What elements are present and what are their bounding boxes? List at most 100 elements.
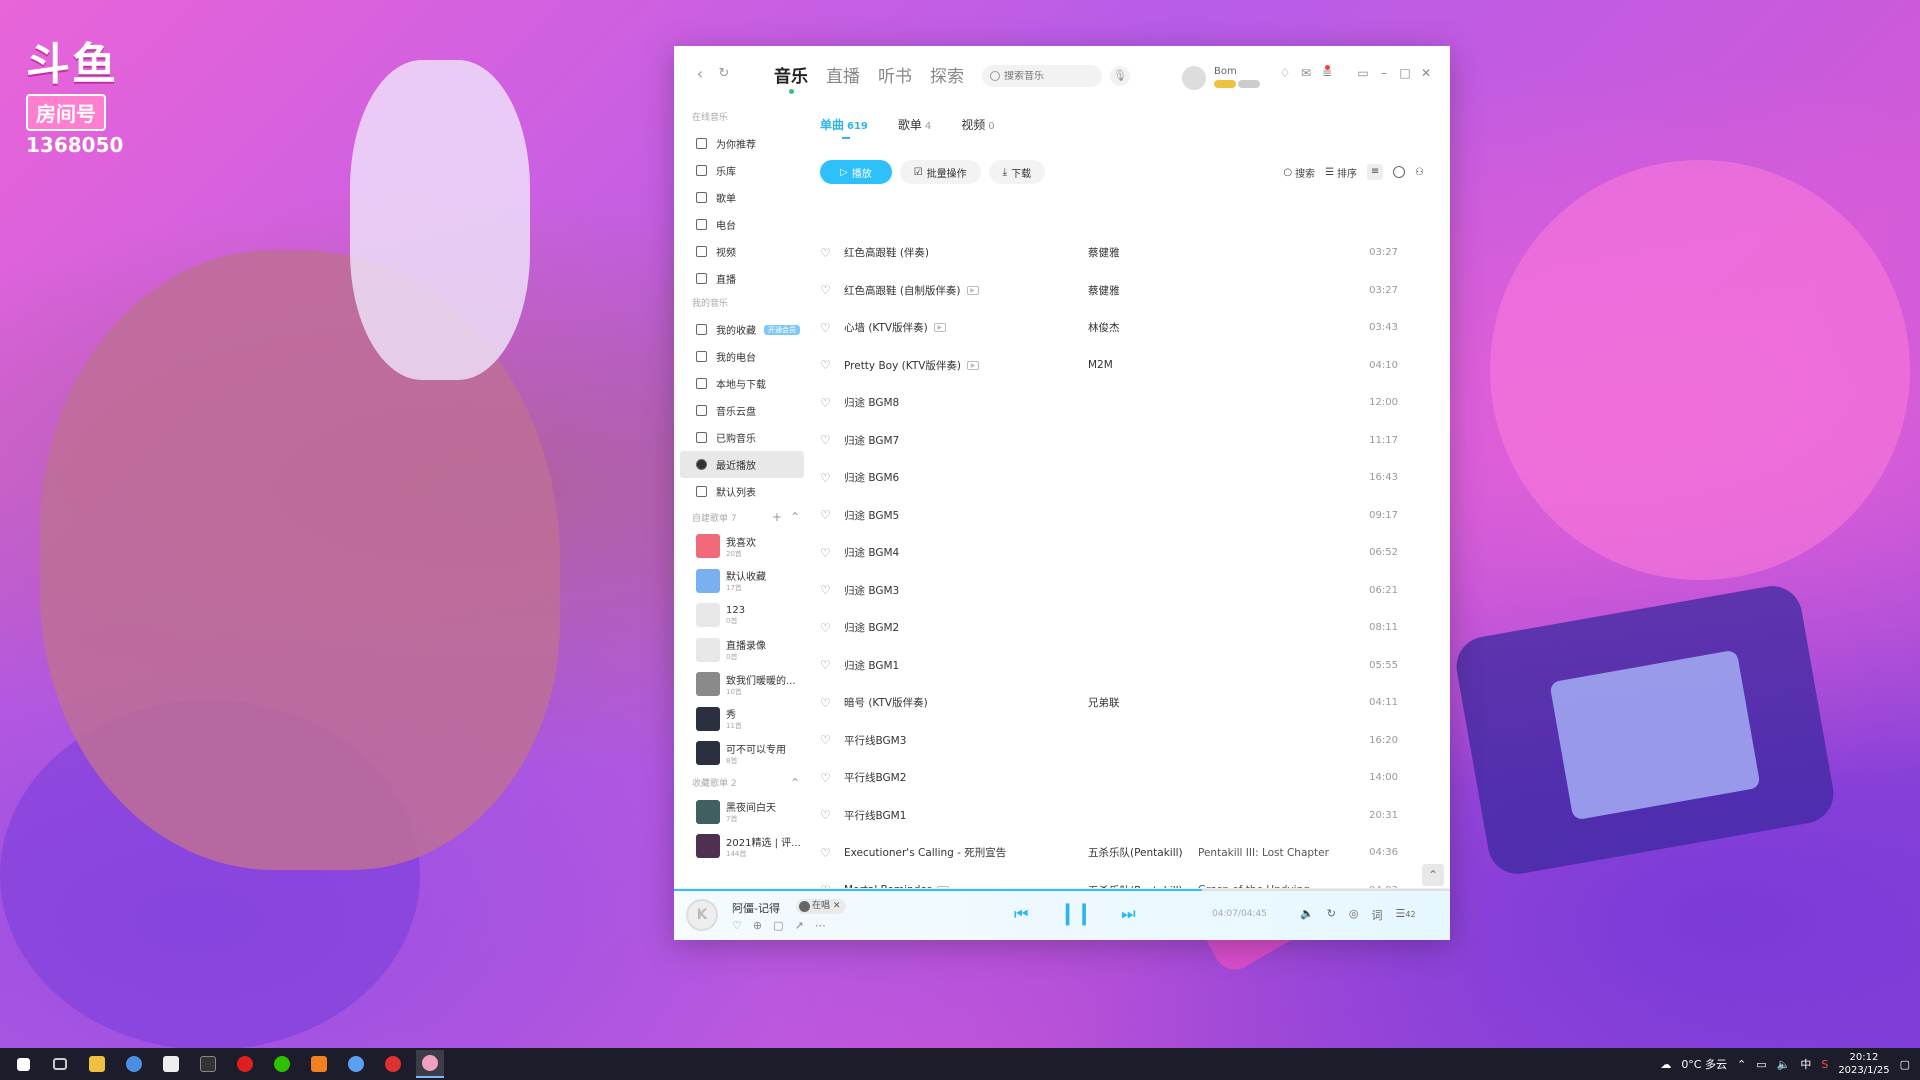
song-artist[interactable]: 兄弟联: [1088, 695, 1198, 710]
song-row[interactable]: ♡ 归途 BGM5 09:17: [810, 497, 1450, 535]
content-tab-2[interactable]: 视频 0: [961, 116, 994, 133]
share-icon[interactable]: ↗: [795, 919, 804, 932]
song-title[interactable]: 归途 BGM5: [840, 508, 1088, 523]
playlist-item[interactable]: 123 0首: [674, 598, 810, 633]
playlist-item[interactable]: 直播录像 0首: [674, 633, 810, 668]
sidebar-item-my-5[interactable]: 最近播放: [680, 451, 804, 478]
next-icon[interactable]: ⏭: [1121, 904, 1135, 924]
song-row[interactable]: ♡ 暗号 (KTV版伴奏) 兄弟联 04:11: [810, 684, 1450, 722]
sidebar-item-online-4[interactable]: 视频: [674, 238, 810, 265]
sidebar-item-online-5[interactable]: 直播: [674, 265, 810, 292]
playlist-item[interactable]: 2021精选 | 评... 144首: [674, 829, 810, 864]
like-icon[interactable]: ♡: [820, 846, 840, 860]
browser-icon[interactable]: [120, 1050, 148, 1078]
username[interactable]: Bom: [1214, 66, 1237, 77]
like-icon[interactable]: ♡: [820, 621, 840, 635]
song-title[interactable]: 归途 BGM4: [840, 545, 1088, 560]
like-icon[interactable]: ♡: [820, 433, 840, 447]
collapse-icon[interactable]: ⌃: [790, 776, 800, 790]
album-art[interactable]: K: [686, 899, 718, 931]
weather-icon[interactable]: ☁: [1660, 1058, 1671, 1071]
song-artist[interactable]: M2M: [1088, 359, 1198, 371]
like-icon[interactable]: ♡: [820, 546, 840, 560]
song-title[interactable]: 暗号 (KTV版伴奏): [840, 695, 1088, 710]
song-artist[interactable]: 蔡健雅: [1088, 283, 1198, 298]
collapse-icon[interactable]: ⌃: [790, 510, 800, 524]
sidebar-item-my-4[interactable]: 已购音乐: [674, 424, 810, 451]
add-to-playlist-icon[interactable]: ⊕: [753, 919, 762, 932]
locate-icon[interactable]: [1393, 166, 1406, 178]
top-tab-3[interactable]: 探索: [930, 62, 964, 87]
song-title[interactable]: 平行线BGM2: [840, 770, 1088, 785]
sidebar-item-online-1[interactable]: 乐库: [674, 157, 810, 184]
notification-icon[interactable]: ▢: [1900, 1058, 1910, 1071]
sidebar-item-my-0[interactable]: 我的收藏 开通会员: [674, 316, 810, 343]
song-row[interactable]: ♡ 归途 BGM6 16:43: [810, 459, 1450, 497]
sidebar-item-online-2[interactable]: 歌单: [674, 184, 810, 211]
like-icon[interactable]: ♡: [820, 396, 840, 410]
song-title[interactable]: 归途 BGM2: [840, 620, 1088, 635]
volume-icon[interactable]: 🔈: [1777, 1058, 1791, 1071]
search-box[interactable]: [982, 65, 1102, 87]
playlist-icon[interactable]: ☰42: [1396, 907, 1416, 923]
content-tab-1[interactable]: 歌单 4: [898, 116, 931, 133]
playlist-item[interactable]: 我喜欢 20首: [674, 529, 810, 564]
mv-icon[interactable]: ▶: [966, 285, 979, 295]
tray-expand-icon[interactable]: ⌃: [1737, 1058, 1746, 1071]
mv-icon[interactable]: ▶: [933, 323, 946, 333]
song-row[interactable]: ♡ 归途 BGM4 06:52: [810, 534, 1450, 572]
like-icon[interactable]: ♡: [820, 733, 840, 747]
loop-icon[interactable]: ↻: [1327, 907, 1336, 923]
pause-icon[interactable]: ❙❙: [1058, 901, 1093, 926]
more-icon[interactable]: ⋯: [815, 919, 826, 932]
comment-icon[interactable]: ▢: [773, 919, 783, 932]
volume-icon[interactable]: 🔈: [1300, 907, 1314, 923]
song-title[interactable]: 归途 BGM6: [840, 470, 1088, 485]
minimize-icon[interactable]: –: [1378, 66, 1390, 80]
like-icon[interactable]: ♡: [820, 471, 840, 485]
ime-indicator[interactable]: 中: [1800, 1056, 1811, 1072]
song-row[interactable]: ♡ 归途 BGM1 05:55: [810, 647, 1450, 685]
top-tab-2[interactable]: 听书: [878, 62, 912, 87]
like-icon[interactable]: ♡: [820, 696, 840, 710]
song-title[interactable]: 归途 BGM7: [840, 433, 1088, 448]
notepad-icon[interactable]: [157, 1050, 185, 1078]
song-title[interactable]: 平行线BGM3: [840, 733, 1088, 748]
maximize-icon[interactable]: □: [1399, 66, 1411, 80]
song-row[interactable]: ♡ Executioner's Calling - 死刑宣告 五杀乐队(Pentak…: [810, 834, 1450, 872]
skin-icon[interactable]: ♢: [1279, 66, 1291, 80]
now-playing-title[interactable]: 阿僵-记得: [732, 900, 780, 916]
song-artist[interactable]: 五杀乐队(Pentakill): [1088, 845, 1198, 860]
weather-text[interactable]: 0°C 多云: [1681, 1056, 1727, 1072]
app-icon[interactable]: [194, 1050, 222, 1078]
refresh-icon[interactable]: ↻: [716, 66, 732, 82]
file-explorer-icon[interactable]: [83, 1050, 111, 1078]
play-all-button[interactable]: ▷ 播放: [820, 160, 892, 184]
scroll-to-top-button[interactable]: ⌃: [1422, 864, 1444, 886]
sound-effect-icon[interactable]: ◎: [1349, 907, 1359, 923]
playlist-item[interactable]: 可不可以专用 8首: [674, 736, 810, 771]
live-tag[interactable]: 在唱 ✕: [796, 899, 847, 914]
song-artist[interactable]: 林俊杰: [1088, 320, 1198, 335]
like-icon[interactable]: ♡: [820, 658, 840, 672]
kugou-music-icon[interactable]: [416, 1050, 444, 1078]
playlist-item[interactable]: 默认收藏 17首: [674, 564, 810, 599]
song-title[interactable]: 红色高跟鞋 (伴奏): [840, 245, 1088, 260]
song-row[interactable]: ♡ 平行线BGM2 14:00: [810, 759, 1450, 797]
task-view-icon[interactable]: [46, 1050, 74, 1078]
app-icon[interactable]: [305, 1050, 333, 1078]
list-search-button[interactable]: ○ 搜索: [1283, 165, 1315, 180]
wechat-icon[interactable]: [268, 1050, 296, 1078]
like-icon[interactable]: ♡: [820, 808, 840, 822]
like-icon[interactable]: ♡: [820, 583, 840, 597]
like-icon[interactable]: ♡: [820, 358, 840, 372]
like-icon[interactable]: ♡: [820, 321, 840, 335]
sidebar-item-my-1[interactable]: 我的电台: [674, 343, 810, 370]
menu-icon[interactable]: ≡: [1321, 66, 1333, 80]
mail-icon[interactable]: ✉: [1300, 66, 1312, 80]
previous-icon[interactable]: ⏮: [1014, 904, 1028, 924]
mini-mode-icon[interactable]: ▭: [1357, 66, 1369, 80]
list-view-icon[interactable]: ≡: [1367, 164, 1384, 180]
song-row[interactable]: ♡ 归途 BGM7 11:17: [810, 422, 1450, 460]
sidebar-item-my-3[interactable]: 音乐云盘: [674, 397, 810, 424]
